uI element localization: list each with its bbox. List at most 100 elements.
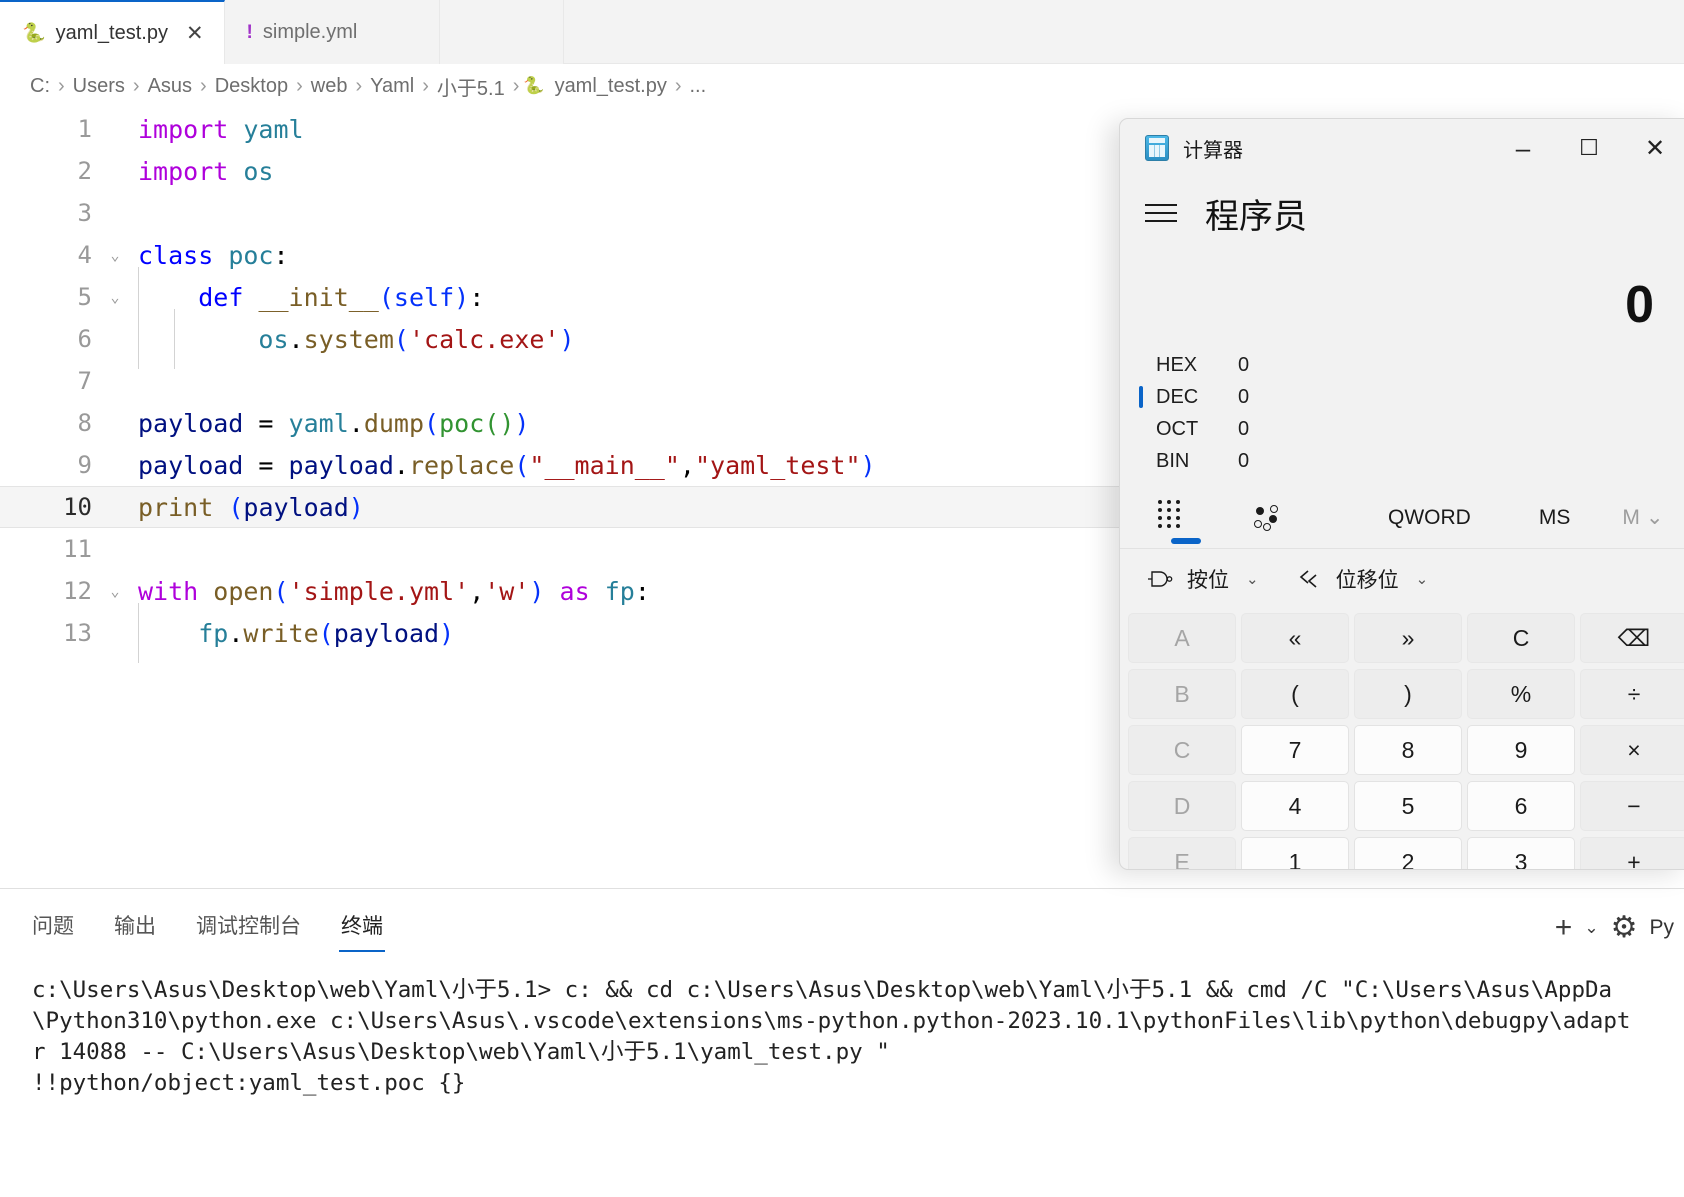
breadcrumb-item[interactable]: Asus	[144, 75, 196, 98]
calc-key-[interactable]: %	[1467, 669, 1575, 719]
code-token: ,	[680, 451, 695, 480]
editor-tab-simple-yml[interactable]: ! simple.yml	[225, 0, 440, 64]
close-button[interactable]: ✕	[1622, 119, 1684, 177]
calc-key-7[interactable]: 7	[1241, 725, 1349, 775]
code-token: )	[861, 451, 876, 480]
code-token: as	[560, 577, 590, 606]
chevron-down-icon[interactable]: ⌄	[1584, 918, 1598, 938]
terminal-line: c:\Users\Asus\Desktop\web\Yaml\小于5.1> c:…	[32, 975, 1684, 1006]
calc-key-[interactable]: »	[1354, 613, 1462, 663]
close-icon[interactable]: ✕	[186, 23, 204, 44]
breadcrumb-item[interactable]: yaml_test.py	[551, 75, 671, 98]
code-token: )	[514, 409, 529, 438]
breadcrumb[interactable]: C:›Users›Asus›Desktop›web›Yaml›小于5.1›🐍ya…	[0, 64, 1684, 108]
word-size-button[interactable]: QWORD	[1388, 506, 1471, 530]
panel-tab-2[interactable]: 调试控制台	[194, 904, 303, 952]
calc-key-[interactable]: +	[1580, 837, 1684, 870]
fold-chevron-icon[interactable]: ⌄	[104, 246, 126, 264]
indent-guide	[138, 603, 139, 663]
code-token	[273, 409, 288, 438]
calc-key-[interactable]: ×	[1580, 725, 1684, 775]
breadcrumb-separator: ›	[420, 75, 431, 98]
calc-key-[interactable]: −	[1580, 781, 1684, 831]
fold-chevron-icon[interactable]: ⌄	[104, 288, 126, 306]
code-token	[138, 283, 198, 312]
kill-terminal-icon[interactable]: ⚙	[1607, 913, 1642, 943]
code-token: (	[319, 619, 334, 648]
line-number: 13	[0, 619, 104, 647]
chevron-down-icon: ⌄	[1416, 570, 1429, 588]
hamburger-menu-icon[interactable]	[1145, 198, 1177, 228]
code-token: open	[213, 577, 273, 606]
panel-tab-0[interactable]: 问题	[30, 904, 76, 952]
calc-key-3[interactable]: 3	[1467, 837, 1575, 870]
calc-key-4[interactable]: 4	[1241, 781, 1349, 831]
calc-key-6[interactable]: 6	[1467, 781, 1575, 831]
calc-key-8[interactable]: 8	[1354, 725, 1462, 775]
code-token: 'calc.exe'	[409, 325, 560, 354]
calc-key-[interactable]: ⌫	[1580, 613, 1684, 663]
radix-row-dec[interactable]: DEC0	[1120, 381, 1684, 413]
chevron-down-icon: ⌄	[1246, 570, 1259, 588]
calculator-app-icon	[1145, 135, 1169, 161]
breadcrumb-item[interactable]: 小于5.1	[433, 72, 509, 101]
panel-tab-3[interactable]: 终端	[339, 904, 385, 952]
breadcrumb-item[interactable]: Desktop	[211, 75, 292, 98]
line-number: 12	[0, 577, 104, 605]
calc-key-[interactable]: )	[1354, 669, 1462, 719]
code-token: payload	[138, 451, 243, 480]
bit-toggle-icon[interactable]	[1232, 487, 1304, 549]
code-token	[243, 283, 258, 312]
calc-key-C[interactable]: C	[1467, 613, 1575, 663]
calc-key-C: C	[1128, 725, 1236, 775]
code-token: fp	[198, 619, 228, 648]
keypad-dots-icon[interactable]	[1150, 489, 1222, 551]
breadcrumb-separator: ›	[673, 75, 684, 98]
bitshift-dropdown[interactable]: 位移位 ⌄	[1295, 564, 1429, 594]
memory-dropdown-label: M	[1622, 506, 1640, 530]
breadcrumb-separator: ›	[56, 75, 67, 98]
calc-key-[interactable]: (	[1241, 669, 1349, 719]
minimize-button[interactable]: –	[1490, 119, 1556, 177]
calc-key-[interactable]: ÷	[1580, 669, 1684, 719]
radix-row-oct[interactable]: OCT0	[1120, 413, 1684, 445]
code-token: .	[394, 451, 409, 480]
breadcrumb-item[interactable]: C:	[26, 75, 54, 98]
fold-chevron-icon[interactable]: ⌄	[104, 582, 126, 600]
calc-key-[interactable]: «	[1241, 613, 1349, 663]
breadcrumb-item[interactable]: ...	[686, 75, 711, 98]
calc-key-9[interactable]: 9	[1467, 725, 1575, 775]
code-token: os	[258, 325, 288, 354]
breadcrumb-item[interactable]: Users	[69, 75, 129, 98]
new-terminal-icon[interactable]: +	[1551, 913, 1577, 943]
calc-key-2[interactable]: 2	[1354, 837, 1462, 870]
code-token	[544, 577, 559, 606]
calculator-display: 0	[1120, 249, 1684, 341]
code-token: payload	[334, 619, 439, 648]
radix-row-bin[interactable]: BIN0	[1120, 445, 1684, 477]
bit-dots	[1254, 505, 1282, 531]
bitwise-dropdown[interactable]: 按位 ⌄	[1146, 564, 1259, 594]
calculator-titlebar[interactable]: 计算器 – ☐ ✕	[1120, 119, 1684, 177]
code-token: .	[289, 325, 304, 354]
calculator-window[interactable]: 计算器 – ☐ ✕ 程序员 0 HEX0DEC0OCT0BIN0	[1119, 118, 1684, 870]
breadcrumb-item[interactable]: web	[307, 75, 352, 98]
terminal-output[interactable]: c:\Users\Asus\Desktop\web\Yaml\小于5.1> c:…	[0, 967, 1684, 1197]
memory-dropdown-button[interactable]: M ⌄	[1622, 505, 1663, 530]
maximize-button[interactable]: ☐	[1556, 119, 1622, 177]
breadcrumb-item[interactable]: Yaml	[366, 75, 418, 98]
code-text: import yaml	[126, 115, 304, 144]
panel-tab-1[interactable]: 输出	[112, 904, 158, 952]
code-token	[228, 157, 243, 186]
calc-key-1[interactable]: 1	[1241, 837, 1349, 870]
radix-label: BIN	[1156, 450, 1212, 473]
editor-tab-yaml-test-py[interactable]: 🐍 yaml_test.py ✕	[0, 0, 225, 64]
memory-store-button[interactable]: MS	[1539, 506, 1571, 530]
radix-list: HEX0DEC0OCT0BIN0	[1120, 341, 1684, 487]
code-text: with open('simple.yml','w') as fp:	[126, 577, 650, 606]
code-token: __init__	[258, 283, 378, 312]
calc-key-5[interactable]: 5	[1354, 781, 1462, 831]
radix-row-hex[interactable]: HEX0	[1120, 349, 1684, 381]
line-number: 7	[0, 367, 104, 395]
code-token: replace	[409, 451, 514, 480]
